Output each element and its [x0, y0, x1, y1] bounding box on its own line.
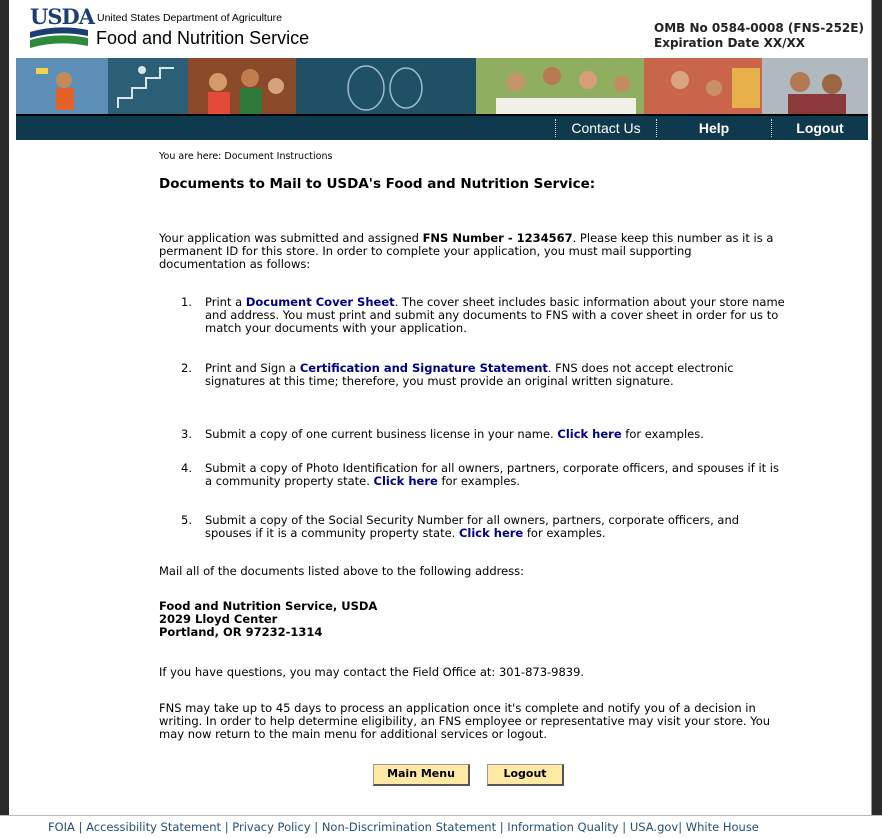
list-number: 4. [181, 461, 192, 475]
right-border [872, 0, 882, 838]
footer-separator: | [499, 820, 504, 834]
business-license-examples-link[interactable]: Click here [557, 427, 621, 441]
agency-department: United States Department of Agriculture [97, 12, 283, 24]
processing-text: FNS may take up to 45 days to process an… [159, 701, 771, 741]
top-nav: Contact Us Help Logout [16, 116, 868, 140]
nav-logout[interactable]: Logout [772, 116, 868, 140]
certification-statement-link[interactable]: Certification and Signature Statement [300, 361, 548, 375]
document-cover-sheet-link[interactable]: Document Cover Sheet [246, 295, 395, 309]
main-menu-button[interactable]: Main Menu [373, 764, 470, 786]
list-number: 5. [181, 513, 192, 527]
header: USDA United States Department of Agricul… [16, 0, 868, 58]
left-border [0, 0, 9, 838]
fns-number: FNS Number - 1234567 [422, 231, 573, 245]
list-text: Print a Document Cover Sheet. The cover … [205, 296, 785, 335]
mailing-address: Food and Nutrition Service, USDA 2029 Ll… [159, 600, 779, 639]
step-text: for examples. [621, 427, 704, 441]
footer-link-privacy[interactable]: Privacy Policy [232, 820, 310, 834]
list-text: Submit a copy of one current business li… [205, 428, 785, 441]
list-number: 1. [181, 295, 192, 309]
list-number: 3. [181, 427, 192, 441]
footer-separator: | [224, 820, 229, 834]
usda-logo-swoosh-icon [30, 27, 88, 48]
footer-separator: | [314, 820, 319, 834]
usda-logo[interactable]: USDA [30, 6, 95, 52]
nav-help[interactable]: Help [657, 116, 771, 140]
nav-contact-us[interactable]: Contact Us [556, 116, 656, 140]
list-number: 2. [181, 361, 192, 375]
breadcrumb: You are here: Document Instructions [159, 151, 333, 162]
omb-expiration: Expiration Date XX/XX [654, 36, 805, 50]
address-line-3: Portland, OR 97232-1314 [159, 625, 323, 639]
footer: FOIA | Accessibility Statement | Privacy… [0, 815, 882, 838]
footer-link-usa-gov[interactable]: USA.gov [630, 820, 678, 834]
photo-stairs-silhouette [108, 58, 188, 114]
footer-link-non-discrimination[interactable]: Non-Discrimination Statement [322, 820, 496, 834]
omb-number: OMB No 0584-0008 (FNS-252E) [654, 21, 864, 35]
ssn-examples-link[interactable]: Click here [459, 526, 523, 540]
intro-paragraph: Your application was submitted and assig… [159, 232, 779, 271]
footer-link-information-quality[interactable]: Information Quality [507, 820, 618, 834]
omb-info: OMB No 0584-0008 (FNS-252E) Expiration D… [654, 21, 864, 51]
photo-banner [16, 58, 868, 114]
step-text: Submit a copy of one current business li… [205, 427, 558, 441]
list-text: Submit a copy of the Social Security Num… [205, 514, 785, 540]
usda-logo-text: USDA [30, 4, 95, 29]
list-text: Print and Sign a Certification and Signa… [205, 362, 785, 388]
step-text: Print and Sign a [205, 361, 300, 375]
footer-link-white-house[interactable]: White House [686, 820, 759, 834]
list-text: Submit a copy of Photo Identification fo… [205, 462, 785, 488]
page-title: Documents to Mail to USDA's Food and Nut… [159, 176, 596, 192]
photo-family-portrait [762, 58, 868, 114]
photo-produce-outline [296, 58, 476, 114]
intro-text: Your application was submitted and assig… [159, 231, 423, 245]
photo-kids-cheering [188, 58, 296, 114]
mail-instruction: Mail all of the documents listed above t… [159, 564, 525, 578]
footer-separator: | [622, 820, 627, 834]
photo-child-playing [16, 58, 108, 114]
footer-separator: | [78, 820, 83, 834]
agency-name: Food and Nutrition Service [96, 28, 310, 48]
photo-mother-child-shopping [644, 58, 762, 114]
step-text: Print a [205, 295, 246, 309]
photo-family-dinner [476, 58, 644, 114]
footer-separator: | [678, 820, 683, 834]
footer-link-accessibility[interactable]: Accessibility Statement [86, 820, 221, 834]
step-text: for examples. [523, 526, 606, 540]
questions-text: If you have questions, you may contact t… [159, 665, 585, 679]
photo-id-examples-link[interactable]: Click here [374, 474, 438, 488]
footer-links: FOIA | Accessibility Statement | Privacy… [48, 820, 759, 834]
logout-button[interactable]: Logout [487, 764, 564, 786]
footer-link-foia[interactable]: FOIA [48, 820, 75, 834]
step-text: for examples. [437, 474, 521, 488]
